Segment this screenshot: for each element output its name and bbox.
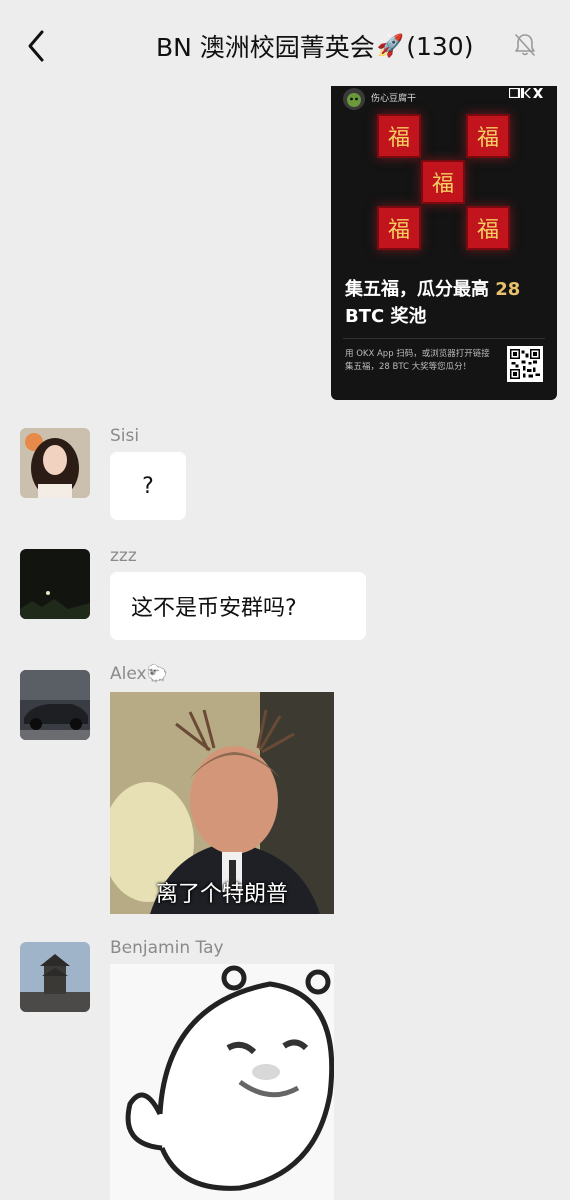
sender-name: Alex🐑 [110, 664, 168, 684]
sticker-image[interactable] [110, 964, 334, 1200]
okx-promo-card[interactable]: 伤心豆腐干 福 福 福 福 福 集五福，瓜分最高 28 BTC 奖池 用 OKX … [331, 86, 557, 400]
fu-tile: 福 [466, 114, 510, 158]
rocket-emoji: 🚀 [376, 33, 405, 59]
okx-headline: 集五福，瓜分最高 28 BTC 奖池 [345, 276, 545, 330]
okx-logo [509, 88, 543, 98]
fu-tile: 福 [466, 206, 510, 250]
okx-account-name: 伤心豆腐干 [371, 94, 417, 104]
fu-tile: 福 [421, 160, 465, 204]
qr-code [507, 346, 543, 382]
fu-tile: 福 [377, 114, 421, 158]
avatar[interactable] [20, 549, 90, 619]
headline-text: 集五福，瓜分最高 [345, 279, 496, 300]
chevron-left-icon[interactable] [22, 28, 52, 64]
sender-name: zzz [110, 546, 137, 566]
message-bubble[interactable]: 这不是币安群吗? [110, 572, 366, 640]
avatar[interactable] [20, 942, 90, 1012]
avatar[interactable] [20, 428, 90, 498]
sticker-image[interactable]: 离了个特朗普 [110, 692, 334, 914]
bell-muted-icon [512, 32, 538, 58]
message-bubble[interactable]: ? [110, 452, 186, 520]
headline-btc: BTC [345, 306, 385, 327]
okx-account-avatar [343, 88, 365, 110]
member-count: (130) [406, 31, 474, 61]
sender-name: Benjamin Tay [110, 938, 224, 958]
avatar[interactable] [20, 670, 90, 740]
okx-card-header: 伤心豆腐干 [331, 86, 557, 114]
sender-name: Sisi [110, 426, 140, 446]
message-list[interactable]: 伤心豆腐干 福 福 福 福 福 集五福，瓜分最高 28 BTC 奖池 用 OKX … [0, 86, 570, 1200]
divider [343, 338, 545, 339]
headline-amount: 28 [495, 279, 521, 300]
chat-header: BN 澳洲校园菁英会 🚀 (130) [0, 0, 570, 86]
chat-title[interactable]: BN 澳洲校园菁英会 🚀 (130) [156, 28, 473, 64]
headline-suffix: 奖池 [384, 306, 427, 327]
okx-footer-text: 用 OKX App 扫码，或浏览器打开链接集五福，28 BTC 大奖等您瓜分！ [345, 349, 490, 372]
group-name: BN 澳洲校园菁英会 [156, 33, 375, 62]
fu-tile: 福 [377, 206, 421, 250]
sticker-caption: 离了个特朗普 [155, 882, 288, 907]
